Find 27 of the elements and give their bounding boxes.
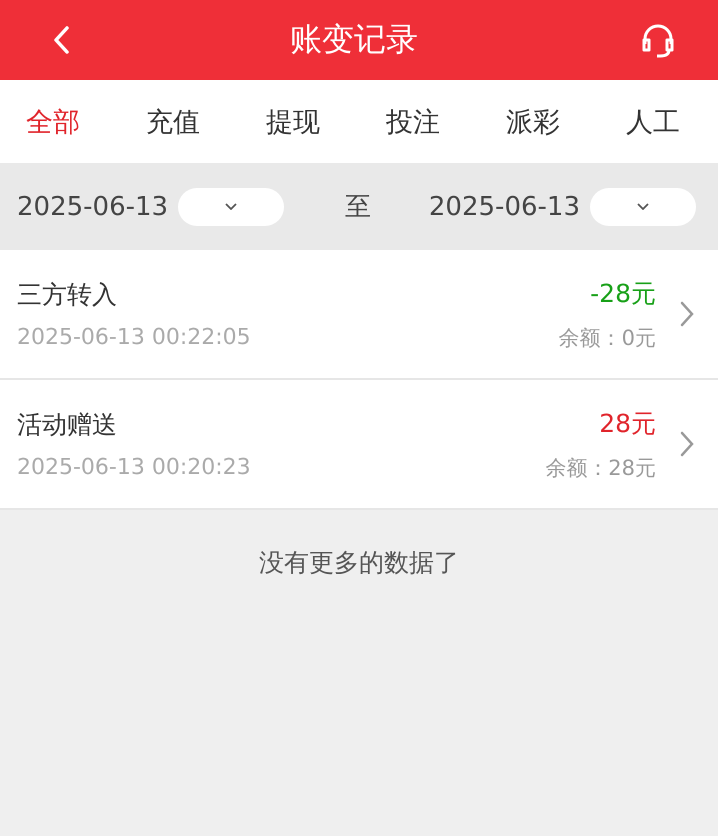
filter-tab[interactable]: 投注	[386, 104, 440, 140]
record-title: 活动赠送	[17, 409, 118, 441]
record-time: 2025-06-13 00:20:23	[17, 455, 252, 480]
caret-icon	[225, 203, 238, 210]
record-amount: -28元	[590, 278, 656, 310]
filter-tab[interactable]: 派彩	[506, 104, 560, 140]
record-time: 2025-06-13 00:22:05	[17, 325, 252, 350]
filter-tab[interactable]: 人工	[626, 104, 680, 140]
no-more-data-text: 没有更多的数据了	[258, 547, 460, 579]
start-date-dropdown[interactable]	[178, 188, 284, 226]
filter-tab[interactable]: 充值	[146, 104, 200, 140]
filter-tab[interactable]: 提现	[266, 104, 320, 140]
chevron-icon	[680, 301, 694, 327]
start-date: 2025-06-13	[17, 192, 168, 222]
end-date: 2025-06-13	[428, 192, 580, 222]
record-balance: 余额：28元	[545, 454, 656, 482]
chevron-icon	[680, 431, 694, 457]
page-title: 账变记录	[290, 19, 418, 60]
record-title: 三方转入	[17, 279, 118, 311]
caret-icon	[637, 203, 649, 210]
record-row[interactable]: 三方转入 2025-06-13 00:22:05 -28元 余额：0元	[0, 250, 718, 380]
record-row[interactable]: 活动赠送 2025-06-13 00:20:23 28元 余额：28元	[0, 380, 718, 510]
record-amount: 28元	[599, 408, 656, 440]
record-balance: 余额：0元	[558, 324, 656, 352]
filter-tab[interactable]: 全部	[26, 104, 80, 140]
back-icon[interactable]	[52, 25, 70, 55]
date-separator: 至	[344, 191, 371, 224]
